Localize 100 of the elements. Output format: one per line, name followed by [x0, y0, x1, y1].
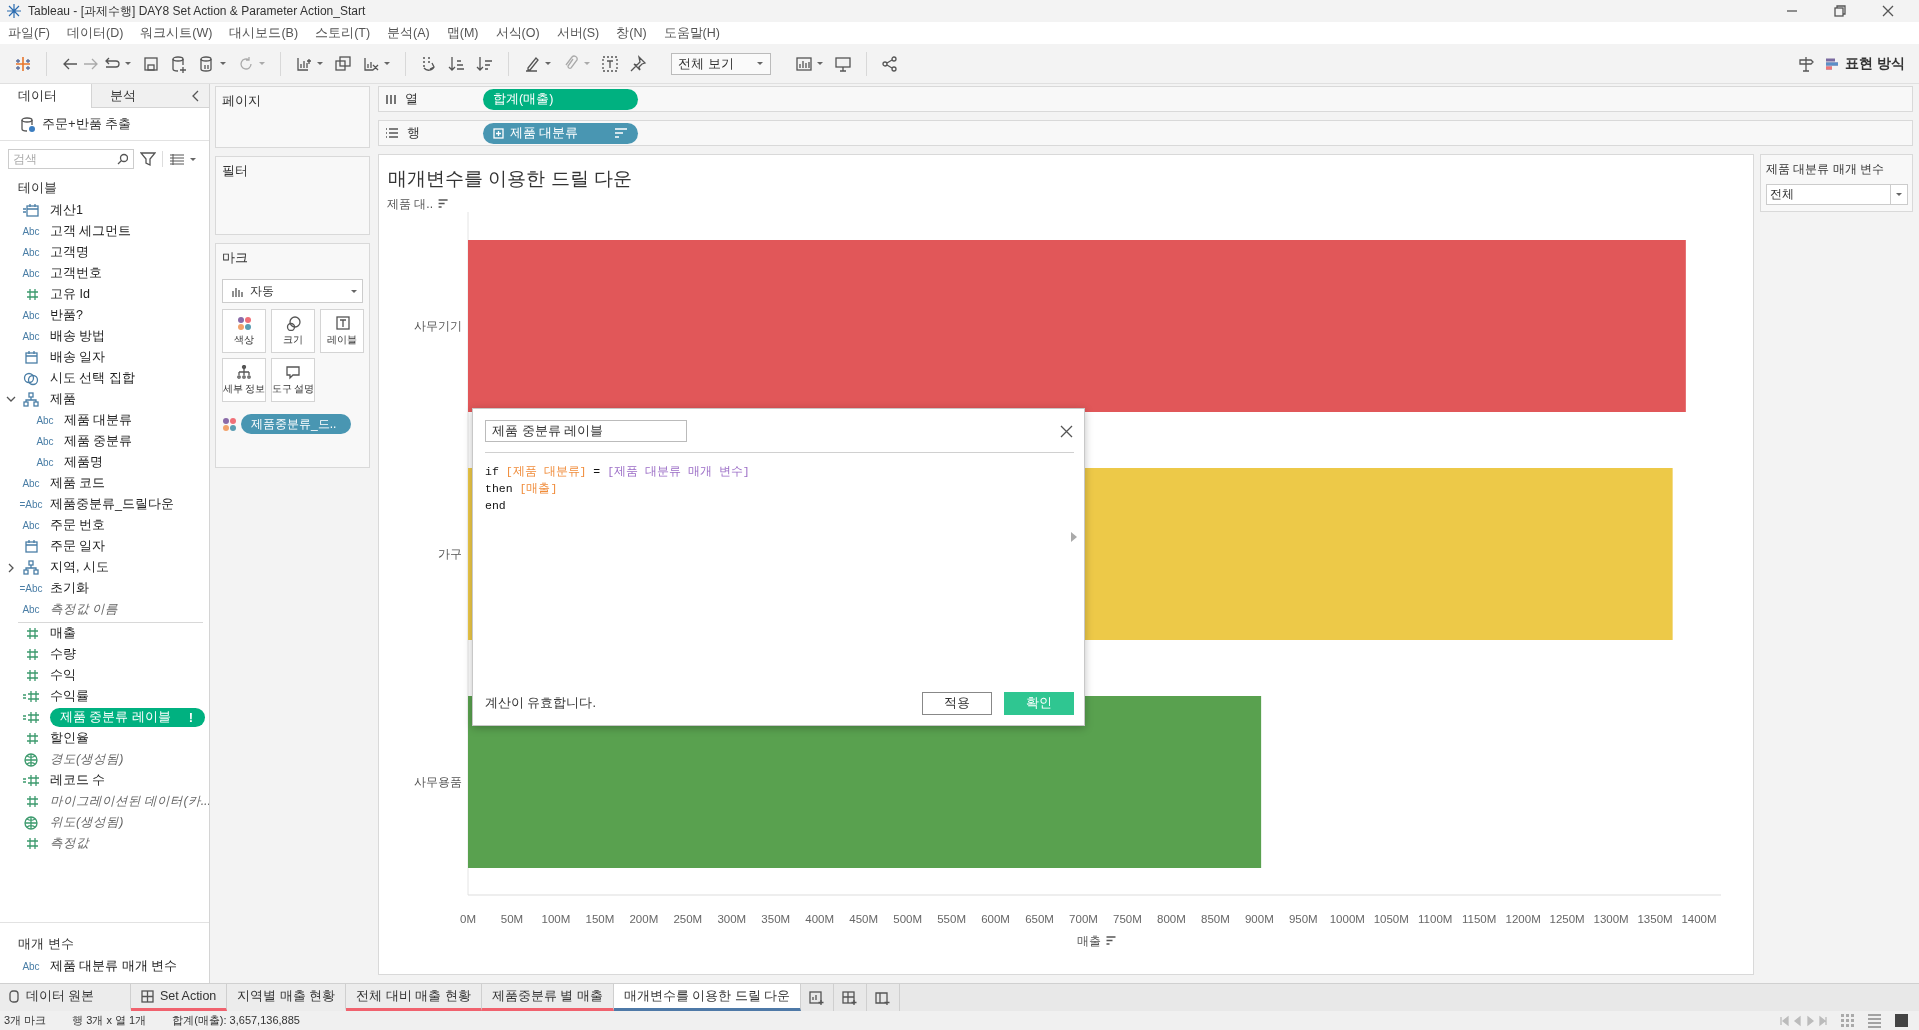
axis-title[interactable]: 매출: [1076, 934, 1101, 948]
apply-button[interactable]: 적용: [922, 692, 992, 715]
sort-ascending-icon[interactable]: [448, 54, 466, 73]
mark-property-button[interactable]: 크기: [271, 309, 315, 353]
sheet-tab[interactable]: Set Action: [131, 984, 228, 1011]
menu-item[interactable]: 서식(O): [495, 24, 540, 42]
field-item[interactable]: Abc 측정값 이름: [0, 599, 209, 620]
menu-item[interactable]: 분석(A): [387, 24, 430, 42]
collapse-icon[interactable]: [191, 89, 201, 102]
menu-item[interactable]: 스토리(T): [315, 24, 371, 42]
close-icon[interactable]: [1059, 423, 1074, 439]
field-item[interactable]: 지역, 시도: [0, 557, 209, 578]
sort-descending-icon[interactable]: [476, 54, 494, 73]
field-item[interactable]: 시도 선택 집합: [0, 368, 209, 389]
field-item[interactable]: Abc 주문 번호: [0, 515, 209, 536]
show-me-button[interactable]: 표현 방식: [1825, 54, 1905, 73]
field-item[interactable]: Abc 배송 방법: [0, 326, 209, 347]
field-item[interactable]: Abc 고객번호: [0, 263, 209, 284]
row-header[interactable]: 제품 대..: [387, 197, 433, 211]
pin-icon[interactable]: [629, 54, 647, 73]
field-item[interactable]: 레코드 수: [0, 770, 209, 791]
menu-item[interactable]: 데이터(D): [66, 24, 124, 42]
share-icon[interactable]: [881, 54, 899, 73]
field-item[interactable]: Abc 고객명: [0, 242, 209, 263]
caret-icon[interactable]: [383, 60, 391, 67]
signpost-icon[interactable]: [1797, 54, 1816, 73]
close-icon[interactable]: [1881, 5, 1895, 17]
field-item[interactable]: 경도(생성됨): [0, 749, 209, 770]
mark-property-button[interactable]: 세부 정보: [222, 358, 266, 402]
menu-item[interactable]: 창(N): [616, 24, 647, 42]
new-worksheet-icon[interactable]: [809, 989, 826, 1006]
single-view-icon[interactable]: [1894, 1013, 1909, 1028]
sheet-tab[interactable]: 매개변수를 이용한 드릴 다운: [613, 984, 802, 1011]
fit-dropdown[interactable]: 전체 보기: [671, 52, 771, 75]
new-story-icon[interactable]: [875, 989, 892, 1006]
formula-editor[interactable]: if [제품 대분류] = [제품 대분류 매개 변수] then [매출] end: [485, 453, 1074, 692]
restore-icon[interactable]: [1833, 5, 1847, 17]
bar-chart-icon[interactable]: [1825, 57, 1840, 70]
new-dashboard-icon[interactable]: [842, 989, 859, 1006]
new-datasource-icon[interactable]: [170, 54, 188, 73]
caret-icon[interactable]: [544, 60, 552, 67]
field-item[interactable]: 주문 일자: [0, 536, 209, 557]
caret-icon[interactable]: [124, 60, 132, 67]
field-item[interactable]: Abc 제품 대분류 매개 변수: [0, 956, 209, 977]
field-item[interactable]: 고유 Id: [0, 284, 209, 305]
field-item[interactable]: 마이그레이션된 데이터(카...: [0, 791, 209, 812]
search-field[interactable]: 검색: [8, 149, 134, 169]
filter-icon[interactable]: [140, 151, 156, 167]
caret-icon[interactable]: [756, 60, 764, 67]
field-item[interactable]: 위도(생성됨): [0, 812, 209, 833]
menu-item[interactable]: 대시보드(B): [229, 24, 299, 42]
list-view-icon[interactable]: [169, 151, 185, 167]
show-me-chart-icon[interactable]: [795, 54, 813, 73]
field-item[interactable]: 계산1: [0, 200, 209, 221]
sheet-tab[interactable]: 지역별 매출 현황: [227, 984, 347, 1011]
field-item[interactable]: =Abc 초기화: [0, 578, 209, 599]
text-label-icon[interactable]: [601, 54, 619, 73]
sheet-tab[interactable]: 제품중분류 별 매출: [481, 984, 614, 1011]
field-item[interactable]: 측정값: [0, 833, 209, 854]
mark-property-button[interactable]: 색상: [222, 309, 266, 353]
calculation-name-field[interactable]: 제품 중분류 레이블: [485, 420, 687, 442]
chevron-right-icon[interactable]: [6, 562, 16, 573]
tableau-logo-icon[interactable]: [14, 54, 32, 73]
field-item[interactable]: =Abc 제품중분류_드릴다운: [0, 494, 209, 515]
field-item[interactable]: 제품: [0, 389, 209, 410]
menu-item[interactable]: 파일(F): [8, 24, 50, 42]
mark-type-dropdown[interactable]: 자동: [222, 279, 363, 303]
presentation-icon[interactable]: [834, 54, 852, 73]
menu-item[interactable]: 맵(M): [446, 24, 479, 42]
mark-property-button[interactable]: 레이블: [320, 309, 364, 353]
field-item[interactable]: Abc 제품명: [0, 452, 209, 473]
field-item[interactable]: Abc 반품?: [0, 305, 209, 326]
sheet-tab[interactable]: 데이터 원본: [0, 984, 131, 1011]
axis-tick-label: 1350M: [1637, 913, 1673, 925]
field-item[interactable]: 수익률: [0, 686, 209, 707]
field-item[interactable]: 할인율: [0, 728, 209, 749]
field-item[interactable]: 수익: [0, 665, 209, 686]
field-item[interactable]: Abc 제품 중분류: [0, 431, 209, 452]
field-item[interactable]: Abc 제품 코드: [0, 473, 209, 494]
caret-icon[interactable]: [316, 60, 324, 67]
sort-icon[interactable]: [1105, 936, 1117, 945]
field-item[interactable]: Abc 고객 세그먼트: [0, 221, 209, 242]
caret-icon[interactable]: [219, 60, 227, 67]
field-item[interactable]: 수량: [0, 644, 209, 665]
sort-icon[interactable]: [437, 199, 449, 208]
field-item[interactable]: 매출: [0, 623, 209, 644]
menu-item[interactable]: 도움말(H): [663, 24, 720, 42]
caret-icon[interactable]: [816, 60, 824, 67]
mark-property-button[interactable]: 도구 설명: [271, 358, 315, 402]
save-icon[interactable]: [142, 54, 160, 73]
sheet-tab[interactable]: 전체 대비 매출 현황: [346, 984, 482, 1011]
pane-tab[interactable]: 분석: [91, 84, 183, 108]
datasource-name[interactable]: 주문+반품 추출: [42, 115, 132, 133]
caret-icon[interactable]: [189, 155, 197, 163]
field-item[interactable]: 배송 일자: [0, 347, 209, 368]
menu-item[interactable]: 워크시트(W): [140, 24, 213, 42]
duplicate-icon[interactable]: [334, 54, 352, 73]
field-item[interactable]: Abc 제품 대분류: [0, 410, 209, 431]
menu-item[interactable]: 서버(S): [556, 24, 600, 42]
parameter-dropdown[interactable]: 전체: [1766, 184, 1908, 205]
